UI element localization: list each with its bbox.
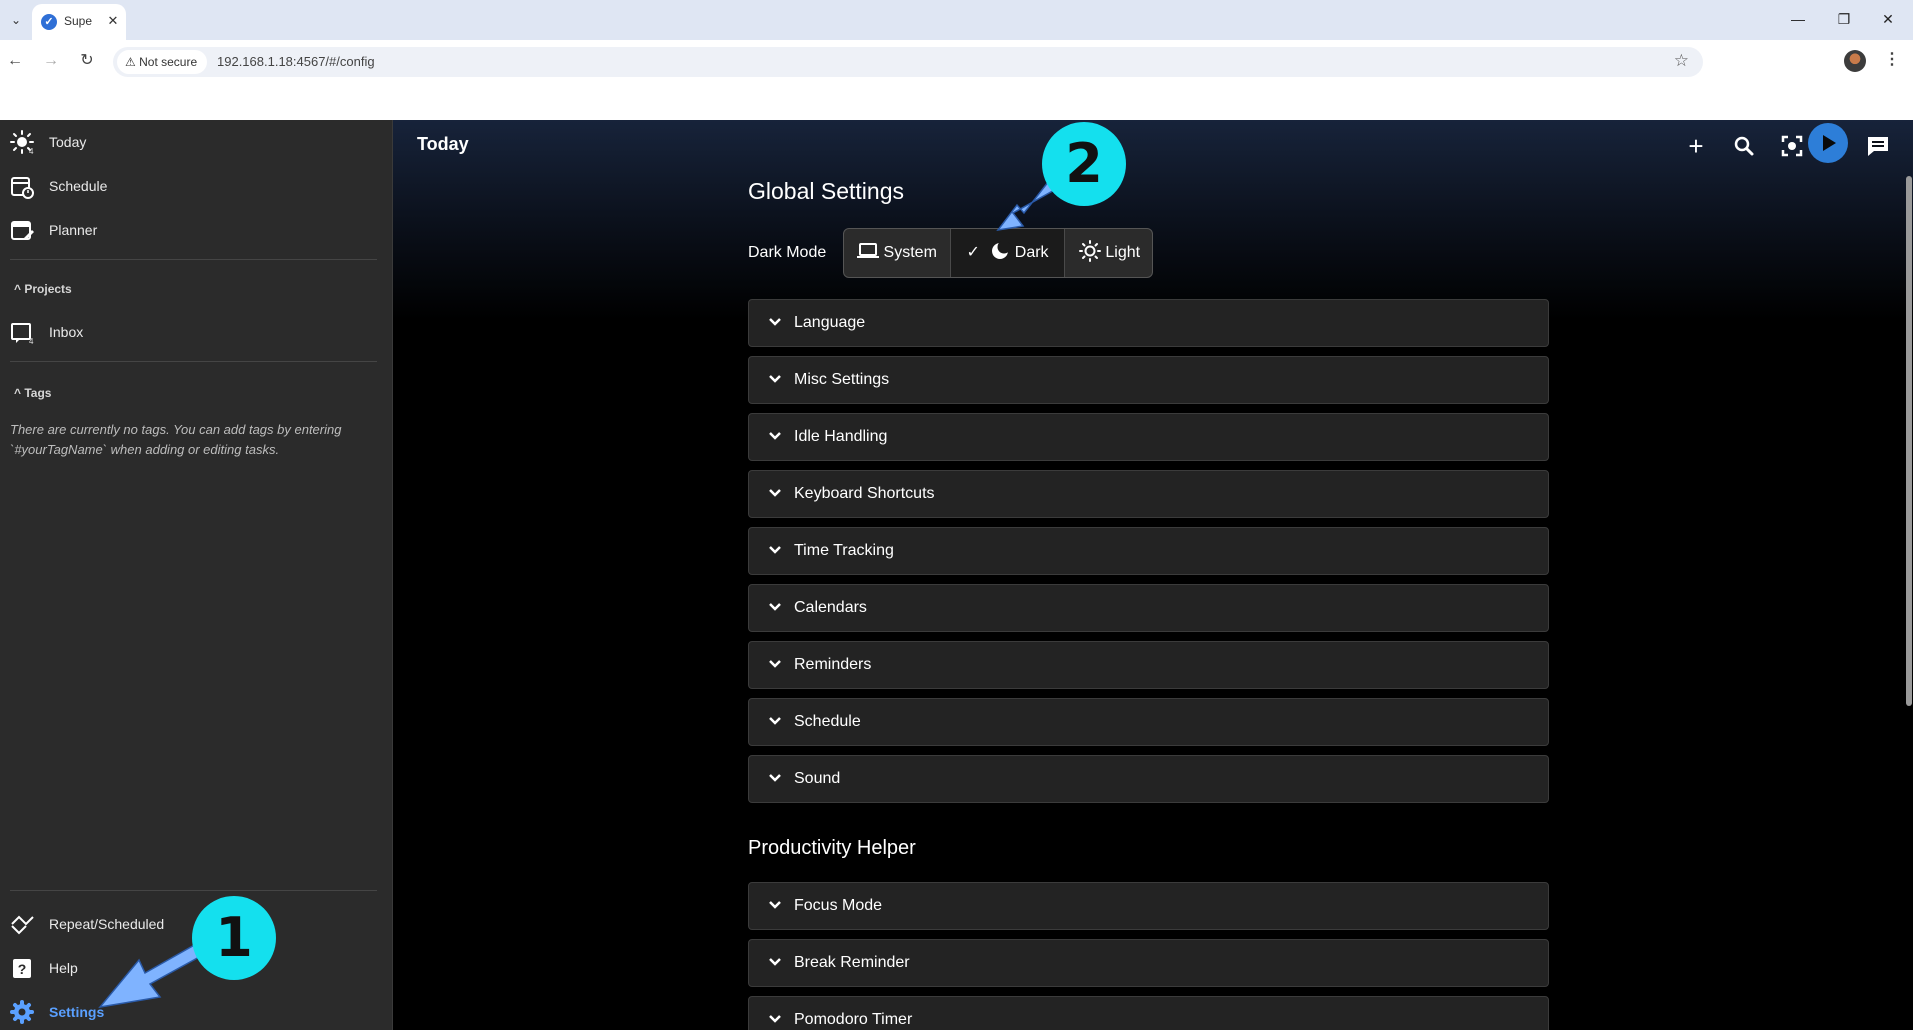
annotation-badge-1: 1: [192, 896, 276, 980]
annotation-badge-2: 2: [1042, 122, 1126, 206]
annotation-arrows: [98, 175, 1060, 1009]
